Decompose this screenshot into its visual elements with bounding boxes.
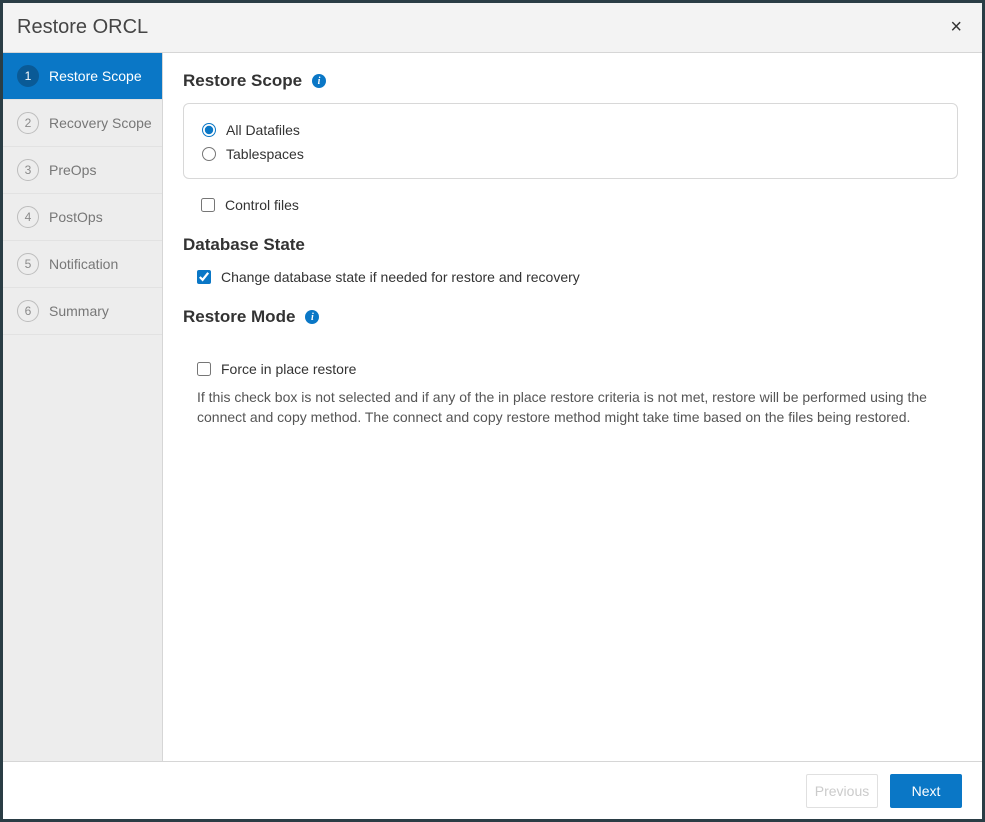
step-restore-scope[interactable]: 1 Restore Scope [3,53,162,100]
control-files-row: Control files [183,193,958,217]
step-postops[interactable]: 4 PostOps [3,194,162,241]
step-notification[interactable]: 5 Notification [3,241,162,288]
restore-mode-heading-label: Restore Mode [183,307,295,327]
step-number: 6 [17,300,39,322]
step-label: PreOps [49,162,96,178]
step-label: Restore Scope [49,68,142,84]
database-state-heading-label: Database State [183,235,305,255]
force-restore-help: If this check box is not selected and if… [183,387,958,428]
previous-button[interactable]: Previous [806,774,878,808]
radio-all-datafiles-label[interactable]: All Datafiles [226,122,300,138]
content-panel: Restore Scope i All Datafiles Tablespace… [163,53,982,761]
checkbox-change-state-label[interactable]: Change database state if needed for rest… [221,269,580,285]
step-number: 3 [17,159,39,181]
restore-scope-heading: Restore Scope i [183,71,958,91]
titlebar: Restore ORCL × [3,3,982,53]
close-icon[interactable]: × [944,12,968,43]
checkbox-force-restore-label[interactable]: Force in place restore [221,361,356,377]
step-number: 2 [17,112,39,134]
step-number: 1 [17,65,39,87]
radio-tablespaces[interactable] [202,147,216,161]
radio-all-datafiles-row: All Datafiles [202,118,939,142]
step-label: Recovery Scope [49,115,152,131]
checkbox-control-files-label[interactable]: Control files [225,197,299,213]
step-preops[interactable]: 3 PreOps [3,147,162,194]
step-label: Summary [49,303,109,319]
step-label: PostOps [49,209,103,225]
wizard-sidebar: 1 Restore Scope 2 Recovery Scope 3 PreOp… [3,53,163,761]
step-number: 5 [17,253,39,275]
restore-scope-heading-label: Restore Scope [183,71,302,91]
restore-modal: Restore ORCL × 1 Restore Scope 2 Recover… [0,0,985,822]
step-summary[interactable]: 6 Summary [3,288,162,335]
step-label: Notification [49,256,118,272]
restore-mode-heading: Restore Mode i [183,307,958,327]
checkbox-change-state[interactable] [197,270,211,284]
footer: Previous Next [3,761,982,819]
database-state-heading: Database State [183,235,958,255]
next-button[interactable]: Next [890,774,962,808]
step-recovery-scope[interactable]: 2 Recovery Scope [3,100,162,147]
modal-body: 1 Restore Scope 2 Recovery Scope 3 PreOp… [3,53,982,761]
info-icon[interactable]: i [312,74,326,88]
checkbox-force-restore[interactable] [197,362,211,376]
checkbox-control-files[interactable] [201,198,215,212]
radio-all-datafiles[interactable] [202,123,216,137]
modal-title: Restore ORCL [17,16,148,39]
restore-scope-radio-group: All Datafiles Tablespaces [183,103,958,179]
step-number: 4 [17,206,39,228]
spacer [183,337,958,357]
info-icon[interactable]: i [305,310,319,324]
force-restore-row: Force in place restore [183,357,958,381]
change-state-row: Change database state if needed for rest… [183,265,958,289]
radio-tablespaces-label[interactable]: Tablespaces [226,146,304,162]
radio-tablespaces-row: Tablespaces [202,142,939,166]
